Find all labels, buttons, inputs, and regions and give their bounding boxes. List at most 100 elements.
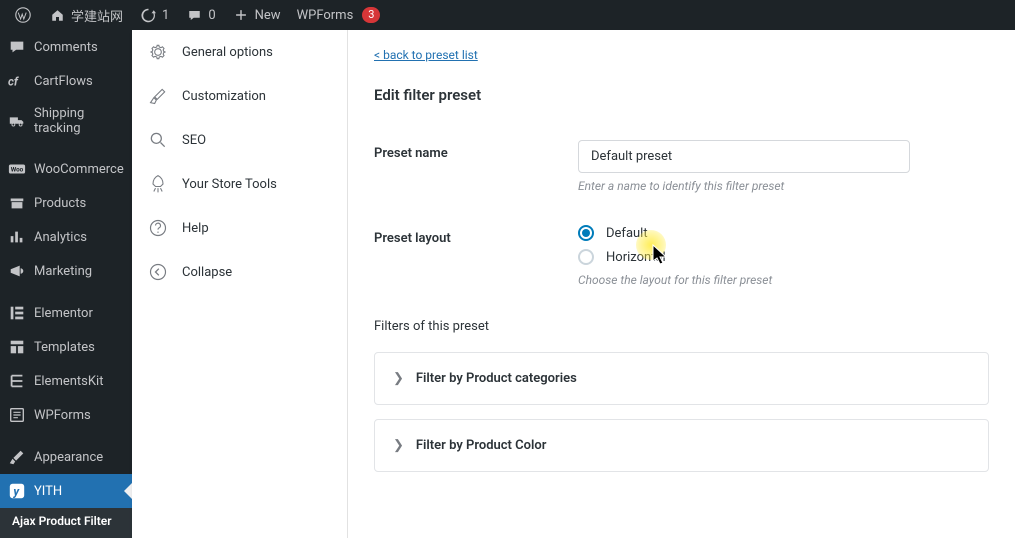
yith-icon: y: [8, 482, 26, 500]
new-content[interactable]: New: [224, 0, 289, 30]
layout-option-horizontal[interactable]: Horizontal: [578, 249, 989, 265]
truck-icon: [8, 112, 26, 130]
filter-card[interactable]: ❯ Filter by Product Color: [374, 419, 989, 472]
wp-logo[interactable]: [6, 0, 40, 30]
sidebar-item-yith[interactable]: y YITH: [0, 474, 132, 508]
search-icon: [148, 130, 168, 150]
chart-icon: [8, 228, 26, 246]
sidebar-item-shipping[interactable]: Shipping tracking: [0, 98, 132, 144]
archive-icon: [8, 194, 26, 212]
filters-heading: Filters of this preset: [374, 319, 989, 334]
submenu-ajax-filter[interactable]: Ajax Product Filter: [0, 508, 132, 534]
sidebar-item-marketing[interactable]: Marketing: [0, 254, 132, 288]
wpforms-badge: 3: [362, 7, 380, 23]
layout-hint: Choose the layout for this filter preset: [578, 273, 989, 287]
back-link[interactable]: < back to preset list: [374, 48, 478, 62]
sidebar-item-elementor[interactable]: Elementor: [0, 296, 132, 330]
preset-name-row: Preset name Enter a name to identify thi…: [374, 140, 989, 193]
wpforms-label: WPForms: [297, 8, 354, 23]
templates-icon: [8, 338, 26, 356]
new-label: New: [255, 8, 281, 23]
sidebar-label: YITH: [34, 484, 62, 499]
page-title: Edit filter preset: [374, 86, 989, 104]
sidebar-label: Elementor: [34, 306, 93, 321]
filter-title: Filter by Product categories: [416, 371, 577, 386]
submenu-system-status[interactable]: System Status: [0, 534, 132, 538]
sp-label: Your Store Tools: [182, 177, 277, 192]
sp-label: SEO: [182, 133, 206, 148]
sidebar-label: Analytics: [34, 230, 87, 245]
radio-label: Default: [606, 226, 648, 241]
wordpress-icon: [14, 6, 32, 24]
sidebar-item-wpforms[interactable]: WPForms: [0, 398, 132, 432]
preset-layout-row: Preset layout Default Horizontal Choose …: [374, 225, 989, 287]
update-icon: [139, 6, 157, 24]
main-content: < back to preset list Edit filter preset…: [348, 30, 1015, 538]
admin-sidebar: Comments cf CartFlows Shipping tracking …: [0, 30, 132, 538]
sidebar-label: Appearance: [34, 450, 103, 465]
sp-label: General options: [182, 45, 273, 60]
comment-icon: [185, 6, 203, 24]
sidebar-item-woocommerce[interactable]: Woo WooCommerce: [0, 152, 132, 186]
sidebar-label: Templates: [34, 340, 95, 355]
brush-icon: [148, 86, 168, 106]
sp-label: Help: [182, 221, 209, 236]
preset-name-input[interactable]: [578, 140, 910, 173]
site-name: 学建站网: [71, 6, 123, 25]
sidebar-item-analytics[interactable]: Analytics: [0, 220, 132, 254]
svg-text:cf: cf: [8, 75, 19, 89]
layout-option-default[interactable]: Default: [578, 225, 989, 241]
sp-store-tools[interactable]: Your Store Tools: [132, 162, 347, 206]
woo-icon: Woo: [8, 160, 26, 178]
chevron-right-icon: ❯: [393, 438, 404, 453]
sp-collapse[interactable]: Collapse: [132, 250, 347, 294]
chevron-right-icon: ❯: [393, 371, 404, 386]
sidebar-item-appearance[interactable]: Appearance: [0, 440, 132, 474]
comments-link[interactable]: 0: [177, 0, 223, 30]
preset-name-hint: Enter a name to identify this filter pre…: [578, 179, 989, 193]
sidebar-item-comments[interactable]: Comments: [0, 30, 132, 64]
updates-link[interactable]: 1: [131, 0, 177, 30]
radio-icon: [578, 249, 594, 265]
home-icon: [48, 6, 66, 24]
megaphone-icon: [8, 262, 26, 280]
help-icon: [148, 218, 168, 238]
brush-icon: [8, 448, 26, 466]
collapse-icon: [148, 262, 168, 282]
sidebar-item-cartflows[interactable]: cf CartFlows: [0, 64, 132, 98]
settings-panel: General options Customization SEO Your S…: [132, 30, 348, 538]
sidebar-label: ElementsKit: [34, 374, 103, 389]
filter-title: Filter by Product Color: [416, 438, 547, 453]
sp-label: Collapse: [182, 265, 232, 280]
rocket-icon: [148, 174, 168, 194]
elementor-icon: [8, 304, 26, 322]
sidebar-label: CartFlows: [34, 74, 93, 89]
sp-label: Customization: [182, 89, 266, 104]
filter-card[interactable]: ❯ Filter by Product categories: [374, 352, 989, 405]
wpforms-link[interactable]: WPForms 3: [289, 0, 389, 30]
comment-icon: [8, 38, 26, 56]
wpforms-icon: [8, 406, 26, 424]
radio-label: Horizontal: [606, 250, 666, 265]
sidebar-label: Products: [34, 196, 86, 211]
gear-icon: [148, 42, 168, 62]
admin-topbar: 学建站网 1 0 New WPForms 3: [0, 0, 1015, 30]
sp-customization[interactable]: Customization: [132, 74, 347, 118]
sidebar-label: WooCommerce: [34, 162, 124, 177]
cartflows-icon: cf: [8, 72, 26, 90]
comments-count: 0: [208, 8, 215, 23]
sp-general-options[interactable]: General options: [132, 30, 347, 74]
sidebar-label: WPForms: [34, 408, 91, 423]
sp-help[interactable]: Help: [132, 206, 347, 250]
sidebar-item-elementskit[interactable]: ElementsKit: [0, 364, 132, 398]
updates-count: 1: [162, 8, 169, 23]
sidebar-label: Marketing: [34, 264, 92, 279]
sidebar-item-templates[interactable]: Templates: [0, 330, 132, 364]
sidebar-label: Shipping tracking: [34, 106, 124, 136]
sidebar-item-products[interactable]: Products: [0, 186, 132, 220]
plus-icon: [232, 6, 250, 24]
sp-seo[interactable]: SEO: [132, 118, 347, 162]
svg-text:Woo: Woo: [11, 166, 24, 174]
site-home[interactable]: 学建站网: [40, 0, 131, 30]
ekit-icon: [8, 372, 26, 390]
